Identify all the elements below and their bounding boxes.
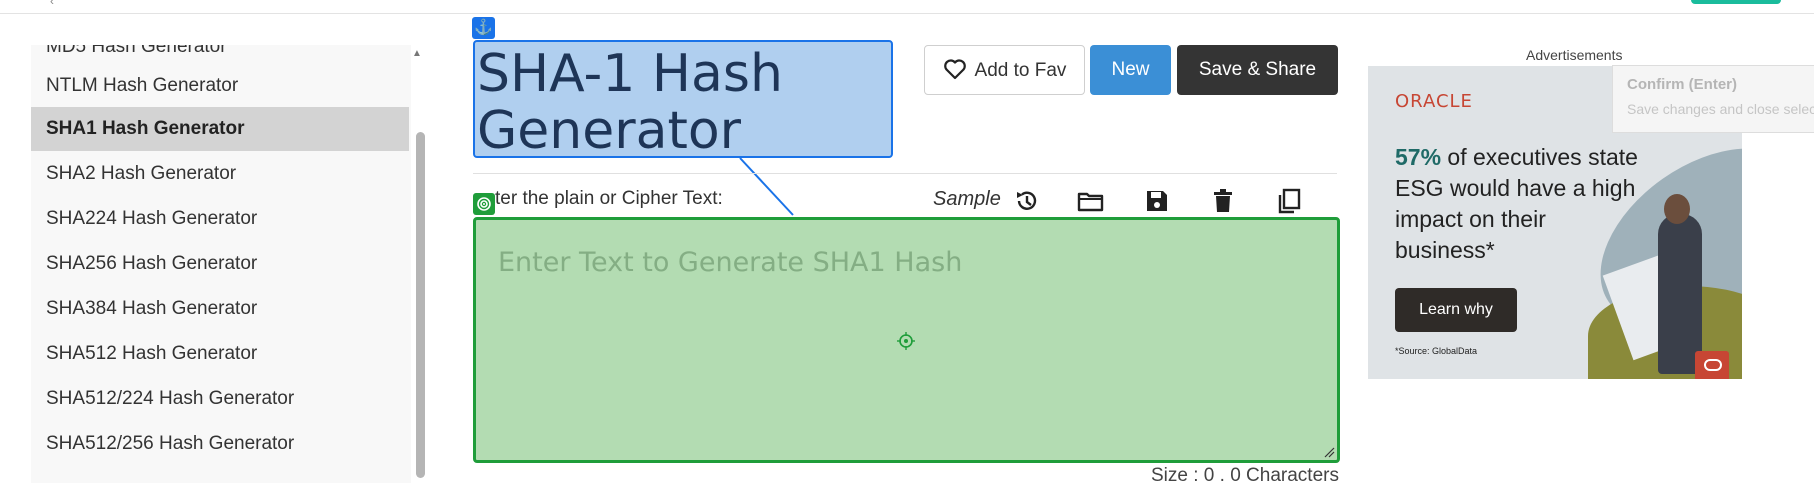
ad-learn-why-button[interactable]: Learn why: [1395, 288, 1517, 332]
new-button[interactable]: New: [1090, 45, 1171, 95]
tooltip-title: Confirm (Enter): [1627, 76, 1737, 93]
character-count: Size : 0 . 0 Characters: [1151, 465, 1339, 486]
oracle-badge-icon: [1695, 351, 1729, 379]
add-to-fav-label: Add to Fav: [974, 60, 1067, 81]
folder-open-icon[interactable]: [1076, 186, 1106, 216]
ad-source: *Source: GlobalData: [1395, 346, 1478, 356]
ad-headline-stat: 57%: [1395, 144, 1442, 170]
tooltip-text: Save changes and close selection: [1627, 101, 1814, 117]
sidebar-item-sha512-256[interactable]: SHA512/256 Hash Generator: [31, 422, 409, 466]
chevron-left-icon[interactable]: ‹: [50, 0, 54, 8]
copy-icon[interactable]: [1274, 186, 1304, 216]
input-label: ter the plain or Cipher Text:: [473, 188, 723, 210]
confirm-tooltip: Confirm (Enter) Save changes and close s…: [1612, 65, 1814, 133]
sample-link[interactable]: Sample: [933, 188, 1001, 211]
oracle-logo: ORACLE: [1395, 91, 1473, 112]
ad-headline: 57% of executives state ESG would have a…: [1395, 142, 1650, 266]
scroll-up-arrow-icon[interactable]: ▲: [412, 48, 422, 59]
trash-icon[interactable]: [1208, 186, 1238, 216]
sidebar-item-sha512-224[interactable]: SHA512/224 Hash Generator: [31, 377, 409, 421]
top-navbar: ‹: [0, 0, 1814, 14]
anchor-icon: ⚓: [472, 17, 495, 39]
page-title-box: SHA-1 Hash Generator: [473, 40, 893, 161]
crosshair-icon: [897, 332, 915, 350]
sidebar-item-sha512[interactable]: SHA512 Hash Generator: [31, 332, 409, 376]
sidebar-item-sha256[interactable]: SHA256 Hash Generator: [31, 242, 409, 286]
save-icon[interactable]: [1142, 186, 1172, 216]
sidebar: MD5 Hash Generator NTLM Hash Generator S…: [31, 45, 411, 483]
sidebar-item-sha1[interactable]: SHA1 Hash Generator: [31, 107, 409, 151]
sidebar-item-ntlm[interactable]: NTLM Hash Generator: [31, 64, 409, 108]
ad-graphic-head: [1664, 194, 1690, 224]
sidebar-item-sha384[interactable]: SHA384 Hash Generator: [31, 287, 409, 331]
header-action-button[interactable]: [1691, 0, 1781, 4]
input-label-text: ter the plain or Cipher Text:: [495, 188, 723, 209]
history-icon[interactable]: [1011, 186, 1041, 216]
sidebar-item-sha2[interactable]: SHA2 Hash Generator: [31, 152, 409, 196]
page-title: SHA-1 Hash Generator: [477, 44, 783, 161]
divider: [473, 173, 1337, 174]
sidebar-item-sha224[interactable]: SHA224 Hash Generator: [31, 197, 409, 241]
save-and-share-button[interactable]: Save & Share: [1177, 45, 1338, 95]
add-to-fav-button[interactable]: Add to Fav: [924, 45, 1085, 95]
target-icon: [473, 193, 495, 215]
ad-label: Advertisements: [1526, 47, 1623, 63]
resize-handle-icon[interactable]: [1323, 446, 1335, 458]
sidebar-scrollbar-thumb[interactable]: [416, 132, 425, 478]
heart-icon: [943, 59, 966, 80]
ad-graphic-person: [1658, 214, 1702, 374]
